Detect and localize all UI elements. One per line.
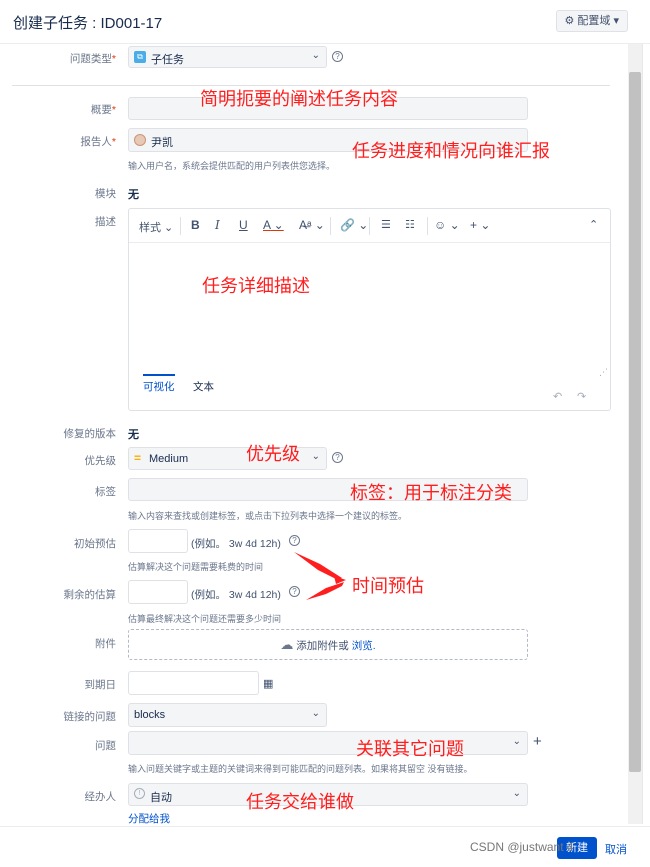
chevron-down-icon: ▾ <box>613 15 619 27</box>
remaining-estimate-hint: 估算最终解决这个问题还需要多少时间 <box>128 614 282 624</box>
annotation-time: 时间预估 <box>352 576 424 597</box>
attachment-label: 附件 <box>95 638 116 650</box>
link-icon[interactable]: 🔗 ⌄ <box>340 218 368 232</box>
annotation-assignee: 任务交给谁做 <box>246 792 354 813</box>
scrollbar-thumb[interactable] <box>629 72 641 772</box>
assign-to-me-link[interactable]: 分配给我 <box>128 811 170 826</box>
scrollbar[interactable] <box>628 44 642 824</box>
add-issue-link-icon[interactable]: + <box>533 733 542 750</box>
tab-visual[interactable]: 可视化 <box>143 374 175 398</box>
collapse-toolbar-icon[interactable]: ⌃ <box>589 218 598 231</box>
remaining-estimate-example: (例如。 3w 4d 12h) <box>191 589 281 601</box>
chevron-down-icon: ⌄ <box>311 708 320 719</box>
automatic-icon: ! <box>134 788 145 799</box>
chevron-down-icon: ⌄ <box>512 788 521 799</box>
browse-link[interactable]: 浏览. <box>352 640 376 652</box>
italic-button[interactable]: I <box>215 218 220 232</box>
dialog-footer: 新建 取消 CSDN @justwant 4 <box>0 826 650 867</box>
style-dropdown[interactable]: 样式 ⌄ <box>139 219 173 235</box>
redo-icon[interactable]: ↷ <box>577 390 586 403</box>
annotation-linked: 关联其它问题 <box>356 739 464 760</box>
priority-value: Medium <box>149 453 189 465</box>
chevron-down-icon: ⌄ <box>311 451 320 462</box>
priority-medium-icon: = <box>134 451 142 465</box>
original-estimate-input[interactable] <box>128 529 188 553</box>
issue-picker-input[interactable]: ⌄ <box>128 731 528 755</box>
emoji-icon[interactable]: ☺ ⌄ <box>434 218 460 232</box>
avatar <box>134 134 146 146</box>
text-color-button[interactable]: A ⌄ <box>263 218 284 232</box>
cancel-link[interactable]: 取消 <box>605 841 627 857</box>
subtask-icon: ⧉ <box>134 51 146 63</box>
attachment-dropzone[interactable]: ☁ 添加附件或 浏览. <box>128 629 528 660</box>
fix-version-label: 修复的版本 <box>63 428 117 440</box>
underline-button[interactable]: U <box>239 218 248 232</box>
dialog-header: 创建子任务 : ID001-17 ⚙ 配置域 ▾ <box>0 0 650 44</box>
page-edge <box>642 44 650 824</box>
link-type-select[interactable]: blocks ⌄ <box>128 703 327 727</box>
issue-hint: 输入问题关键字或主题的关键词来得到可能匹配的问题列表。如果将其留空 没有链接。 <box>128 764 473 774</box>
more-formatting-icon[interactable]: A̶ᵃ ⌄ <box>299 218 325 232</box>
dialog-title: 创建子任务 : ID001-17 <box>13 15 163 32</box>
original-estimate-hint: 估算解决这个问题需要耗费的时间 <box>128 562 264 572</box>
undo-icon[interactable]: ↶ <box>553 390 562 403</box>
assignee-value: 自动 <box>150 792 172 804</box>
remaining-estimate-input[interactable] <box>128 580 188 604</box>
issue-label: 问题 <box>95 740 116 752</box>
issue-type-select[interactable]: ⧉ 子任务 ⌄ <box>128 46 327 68</box>
attachment-text: 添加附件或 <box>296 640 349 652</box>
toolbar-separator <box>330 217 331 235</box>
bullet-list-icon[interactable]: ☰ <box>381 218 391 231</box>
linked-issues-label: 链接的问题 <box>63 711 117 723</box>
reporter-value: 尹凯 <box>151 137 173 149</box>
toolbar-separator <box>427 217 428 235</box>
priority-label: 优先级 <box>84 455 117 467</box>
description-label: 描述 <box>95 216 116 228</box>
original-estimate-example: (例如。 3w 4d 12h) <box>191 538 281 550</box>
calendar-icon[interactable]: ▦ <box>263 677 273 690</box>
original-estimate-label: 初始预估 <box>74 538 116 550</box>
link-type-value: blocks <box>134 709 166 721</box>
watermark: CSDN @justwant 4 <box>470 840 574 854</box>
chevron-down-icon: ⌄ <box>270 218 284 232</box>
issue-type-value: 子任务 <box>151 54 184 66</box>
numbered-list-icon[interactable]: ☷ <box>405 218 415 231</box>
toolbar-separator <box>369 217 370 235</box>
due-date-label: 到期日 <box>84 679 117 691</box>
editor-toolbar: 样式 ⌄ B I U A ⌄ A̶ᵃ ⌄ 🔗 ⌄ ☰ ☷ ☺ ⌄ + ⌄ ⌃ <box>129 209 610 243</box>
labels-label: 标签 <box>95 486 116 498</box>
annotation-reporter: 任务进度和情况向谁汇报 <box>352 141 550 162</box>
reporter-hint: 输入用户名，系统会提供匹配的用户列表供您选择。 <box>128 161 336 171</box>
labels-hint: 输入内容来查找或创建标签，或点击下拉列表中选择一个建议的标签。 <box>128 511 408 521</box>
module-value: 无 <box>128 189 139 201</box>
annotation-description: 任务详细描述 <box>202 276 310 297</box>
fix-version-value: 无 <box>128 429 139 441</box>
chevron-down-icon: ⌄ <box>512 736 521 747</box>
annotation-summary: 简明扼要的阐述任务内容 <box>200 89 398 110</box>
summary-label: 概要* <box>90 104 116 116</box>
assignee-label: 经办人 <box>84 791 117 803</box>
help-icon[interactable]: ? <box>332 452 343 463</box>
annotation-arrows <box>294 552 346 600</box>
help-icon[interactable]: ? <box>332 51 343 62</box>
remaining-estimate-label: 剩余的估算 <box>63 589 117 601</box>
toolbar-separator <box>180 217 181 235</box>
chevron-down-icon: ⌄ <box>311 50 320 61</box>
issue-type-label: 问题类型* <box>69 53 116 65</box>
annotation-priority: 优先级 <box>246 444 300 465</box>
resize-handle-icon[interactable]: ⋰ <box>599 367 608 378</box>
module-label: 模块 <box>95 188 116 200</box>
reporter-label: 报告人* <box>80 136 116 148</box>
bold-button[interactable]: B <box>191 218 200 232</box>
due-date-input[interactable] <box>128 671 259 695</box>
annotation-labels: 标签：用于标注分类 <box>350 483 512 504</box>
tab-text[interactable]: 文本 <box>193 379 214 398</box>
gear-icon: ⚙ <box>564 15 575 27</box>
description-editor[interactable]: 样式 ⌄ B I U A ⌄ A̶ᵃ ⌄ 🔗 ⌄ ☰ ☷ ☺ ⌄ + ⌄ ⌃ 可… <box>128 208 611 411</box>
configure-fields-label: 配置域 <box>577 15 611 27</box>
configure-fields-button[interactable]: ⚙ 配置域 ▾ <box>555 10 628 32</box>
cloud-upload-icon: ☁ <box>280 637 294 652</box>
chevron-down-icon: ⌄ <box>161 222 174 234</box>
insert-more-icon[interactable]: + ⌄ <box>470 218 490 232</box>
